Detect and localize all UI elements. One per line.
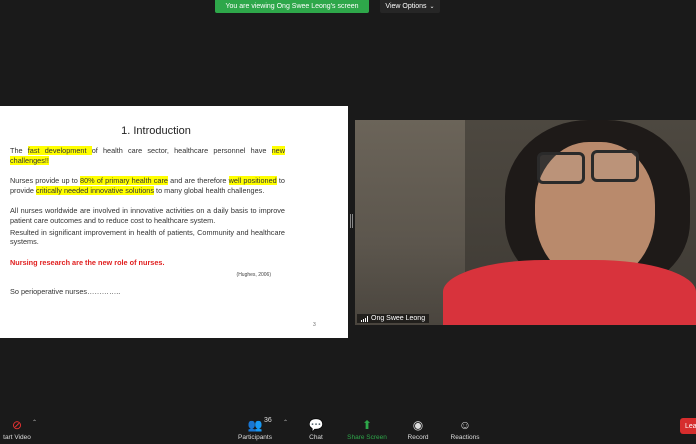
chevron-down-icon: ⌄ bbox=[429, 4, 435, 10]
video-options-caret-icon[interactable]: ⌃ bbox=[32, 419, 37, 426]
chat-label: Chat bbox=[309, 434, 323, 441]
share-screen-label: Share Screen bbox=[347, 434, 387, 441]
chat-button[interactable]: 💬 Chat bbox=[302, 408, 330, 444]
participants-options-caret-icon[interactable]: ⌃ bbox=[283, 419, 288, 426]
split-view-handle[interactable] bbox=[350, 214, 353, 228]
leave-button[interactable]: Lea bbox=[680, 418, 696, 434]
slide-body: The fast development of health care sect… bbox=[10, 146, 285, 297]
slide-paragraph-4: Resulted in significant improvement in h… bbox=[10, 227, 285, 247]
view-options-button[interactable]: View Options ⌄ bbox=[380, 0, 440, 13]
viewing-banner: You are viewing Ong Swee Leong's screen bbox=[215, 0, 369, 13]
slide-citation: (Hughes, 2006) bbox=[236, 272, 271, 279]
slide-paragraph-3: All nurses worldwide are involved in inn… bbox=[10, 206, 285, 225]
participant-name: Ong Swee Leong bbox=[371, 315, 426, 322]
glasses-left bbox=[537, 152, 585, 184]
slide-paragraph-1: The fast development of health care sect… bbox=[10, 146, 285, 165]
chat-icon: 💬 bbox=[308, 418, 324, 432]
slide-paragraph-2: Nurses provide up to 80% of primary heal… bbox=[10, 176, 285, 195]
share-screen-button[interactable]: ⬆ Share Screen bbox=[343, 408, 391, 444]
view-options-label: View Options bbox=[385, 3, 427, 10]
slide-title: 1. Introduction bbox=[121, 125, 191, 137]
participant-name-label: Ong Swee Leong bbox=[357, 314, 430, 323]
shared-slide: 1. Introduction The fast development of … bbox=[0, 106, 348, 338]
meeting-toolbar: ⊘ tart Video ⌃ 👥 Participants 36 ⌃ 💬 Cha… bbox=[0, 408, 696, 444]
participants-label: Participants bbox=[238, 434, 272, 441]
record-icon: ◉ bbox=[412, 418, 424, 432]
reactions-button[interactable]: ☺ Reactions bbox=[447, 408, 483, 444]
slide-page-number: 3 bbox=[313, 322, 316, 328]
participants-button[interactable]: 👥 Participants bbox=[232, 408, 278, 444]
signal-strength-icon bbox=[361, 315, 368, 322]
participant-video[interactable]: Ong Swee Leong bbox=[355, 120, 696, 325]
start-video-label: tart Video bbox=[3, 434, 31, 441]
video-off-icon: ⊘ bbox=[11, 418, 23, 432]
slide-highlight-line: Nursing research are the new role of nur… bbox=[10, 257, 165, 267]
reactions-label: Reactions bbox=[450, 434, 480, 441]
slide-last-line: So perioperative nurses………….. bbox=[10, 286, 121, 296]
start-video-button[interactable]: ⊘ tart Video bbox=[0, 408, 34, 444]
participants-icon: 👥 bbox=[247, 418, 263, 432]
reactions-icon: ☺ bbox=[458, 418, 472, 432]
participant-count: 36 bbox=[264, 417, 272, 424]
share-screen-icon: ⬆ bbox=[361, 418, 373, 432]
glasses-right bbox=[591, 150, 639, 182]
record-label: Record bbox=[407, 434, 429, 441]
record-button[interactable]: ◉ Record bbox=[403, 408, 433, 444]
participant-shirt bbox=[443, 260, 696, 325]
